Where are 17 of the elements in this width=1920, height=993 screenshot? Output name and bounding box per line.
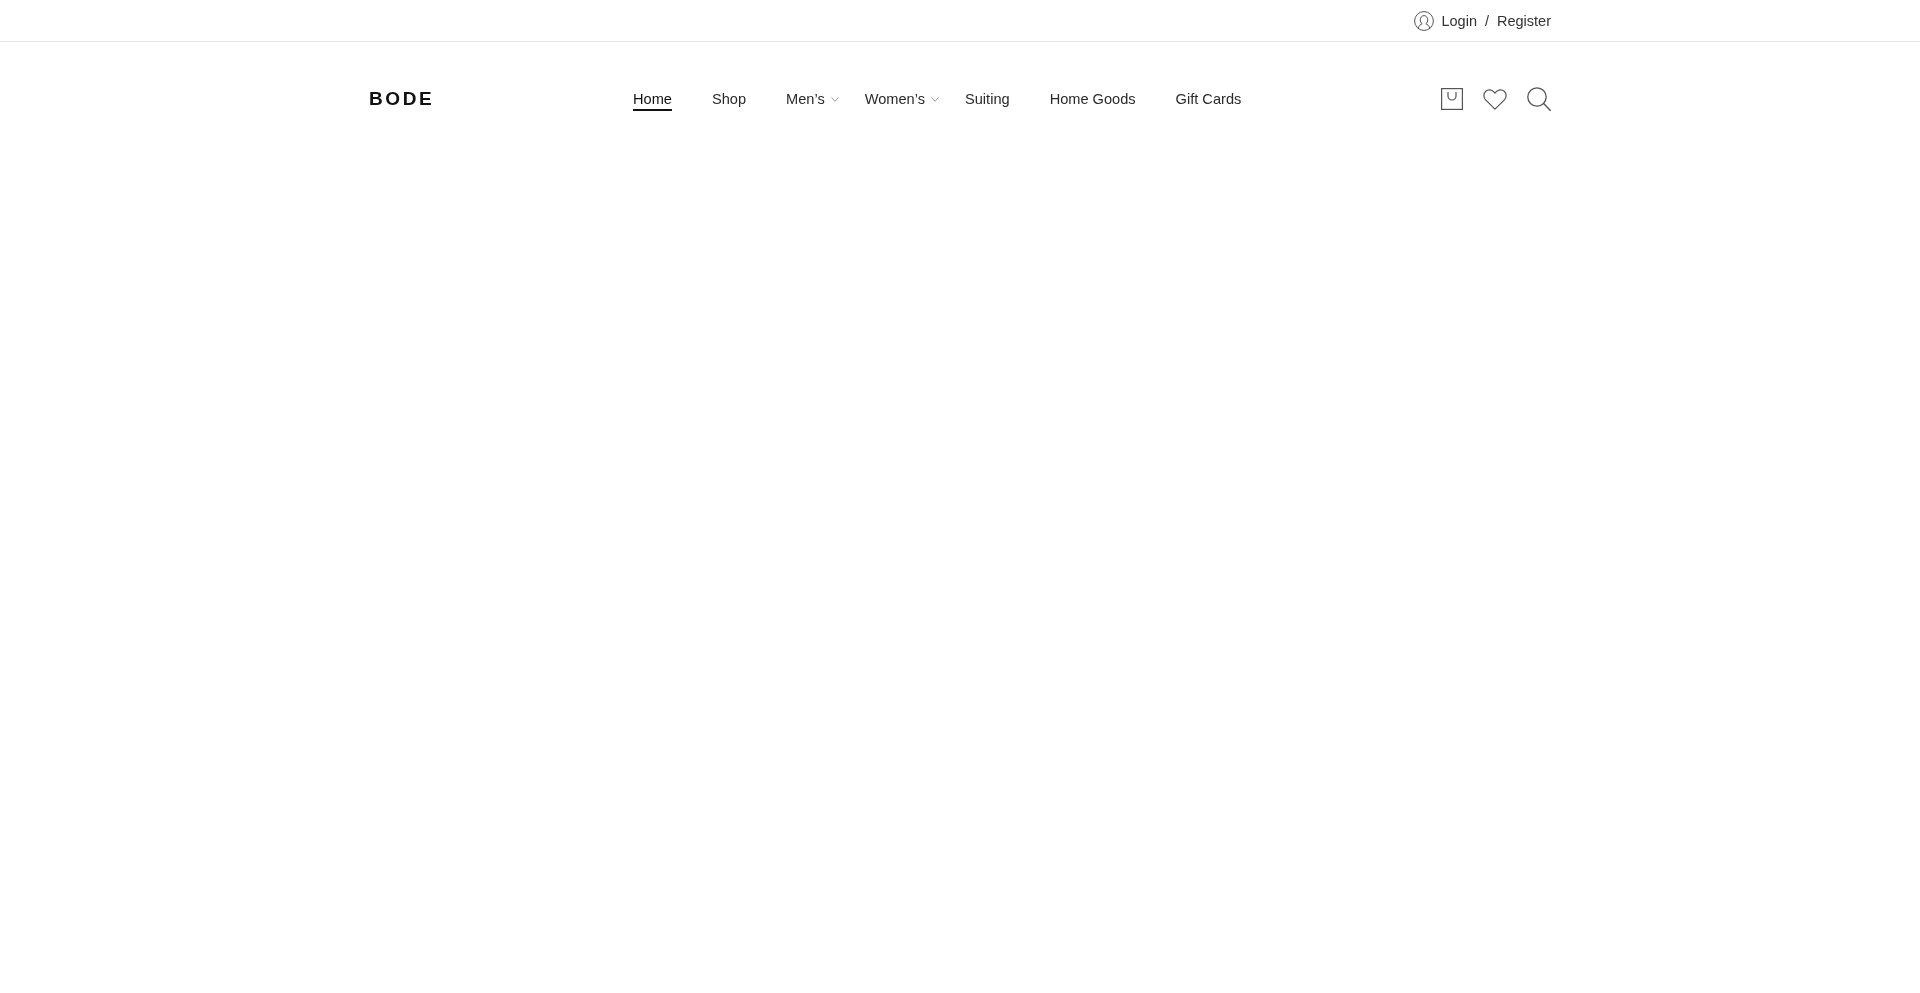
separator-text: / [1483, 12, 1490, 29]
search-icon[interactable] [1527, 87, 1551, 111]
chevron-down-icon [830, 96, 839, 102]
nav-link[interactable]: Men’s [786, 89, 839, 109]
nav-link[interactable]: Home Goods [1049, 89, 1136, 109]
shopping-bag-icon[interactable] [1441, 88, 1463, 110]
nav-link[interactable]: Women’s [864, 89, 939, 109]
nav-link[interactable]: Home [633, 89, 672, 109]
nav-link[interactable]: Gift Cards [1175, 89, 1242, 109]
user-icon[interactable] [1414, 10, 1435, 31]
register-link[interactable]: Register [1497, 12, 1551, 29]
nav-link[interactable]: Suiting [965, 89, 1010, 109]
chevron-down-icon [931, 96, 939, 102]
nav-link[interactable]: Shop [711, 89, 747, 109]
login-link[interactable]: Login [1441, 12, 1477, 29]
brand-logo[interactable]: BODE [369, 88, 435, 109]
heart-icon[interactable] [1483, 88, 1507, 110]
